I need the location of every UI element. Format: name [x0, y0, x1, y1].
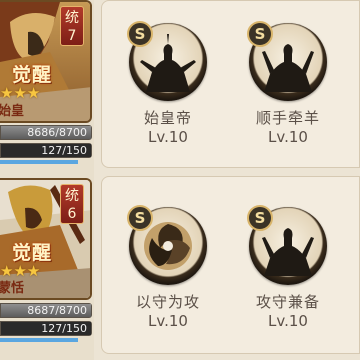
- skill-medal: S: [247, 205, 327, 285]
- skill-name: 始皇帝: [143, 109, 192, 127]
- awaken-label-1: 觉醒: [12, 64, 53, 86]
- skill-name: 顺手牵羊: [255, 109, 320, 127]
- sp-bar-1: 127/150: [0, 143, 92, 158]
- grade-badge: S: [127, 21, 153, 47]
- skill-slot-1[interactable]: S 始皇帝 Lv.10: [118, 21, 218, 146]
- sp-text-1: 127/150: [41, 144, 87, 157]
- hp-bar-2: 8687/8700: [0, 303, 92, 318]
- skill-level: Lv.10: [148, 312, 188, 330]
- command-tag-2: 统 6: [60, 184, 84, 224]
- sp-bar-2: 127/150: [0, 321, 92, 336]
- hp-text-1: 8686/8700: [27, 126, 87, 139]
- grade-badge: S: [247, 205, 273, 231]
- skill-name: 以守为攻: [135, 293, 200, 311]
- skill-panel-2: S 以守为攻 Lv.10 S 攻守兼备 Lv.10: [101, 176, 360, 354]
- command-value: 7: [67, 28, 77, 44]
- grade-badge: S: [247, 21, 273, 47]
- general-name-2: 蒙恬: [0, 281, 25, 296]
- hp-bar-1: 8686/8700: [0, 125, 92, 140]
- sp-fill-2: [0, 338, 78, 342]
- skill-slot-4[interactable]: S 攻守兼备 Lv.10: [238, 205, 338, 330]
- general-column: 统 7 觉醒 ★★★ 始皇 8686/8700 127/150 统 6 觉醒 ★…: [0, 0, 94, 360]
- general-card-1[interactable]: 统 7 觉醒 ★★★ 始皇: [0, 0, 92, 123]
- skill-medal: S: [127, 21, 207, 101]
- general-stats-2: 8687/8700 127/150: [0, 303, 92, 342]
- skill-name: 攻守兼备: [255, 293, 320, 311]
- skill-slot-3[interactable]: S 以守为攻 Lv.10: [118, 205, 218, 330]
- sp-text-2: 127/150: [41, 322, 87, 335]
- hp-text-2: 8687/8700: [27, 304, 87, 317]
- skill-medal: S: [127, 205, 207, 285]
- skill-level: Lv.10: [268, 128, 308, 146]
- awaken-label-2: 觉醒: [12, 242, 53, 264]
- command-value: 6: [67, 206, 77, 222]
- command-tag-1: 统 7: [60, 6, 84, 46]
- command-label: 统: [65, 10, 79, 26]
- grade-badge: S: [127, 205, 153, 231]
- skill-panel-1: S 始皇帝 Lv.10 S 顺手牵羊 Lv.10: [101, 0, 360, 168]
- command-label: 统: [65, 188, 79, 204]
- skill-level: Lv.10: [148, 128, 188, 146]
- general-stats-1: 8686/8700 127/150: [0, 125, 92, 164]
- skill-medal: S: [247, 21, 327, 101]
- general-name-1: 始皇: [0, 104, 25, 119]
- sp-fill-1: [0, 160, 78, 164]
- skill-level: Lv.10: [268, 312, 308, 330]
- skill-slot-2[interactable]: S 顺手牵羊 Lv.10: [238, 21, 338, 146]
- general-card-2[interactable]: 统 6 觉醒 ★★★ 蒙恬: [0, 178, 92, 300]
